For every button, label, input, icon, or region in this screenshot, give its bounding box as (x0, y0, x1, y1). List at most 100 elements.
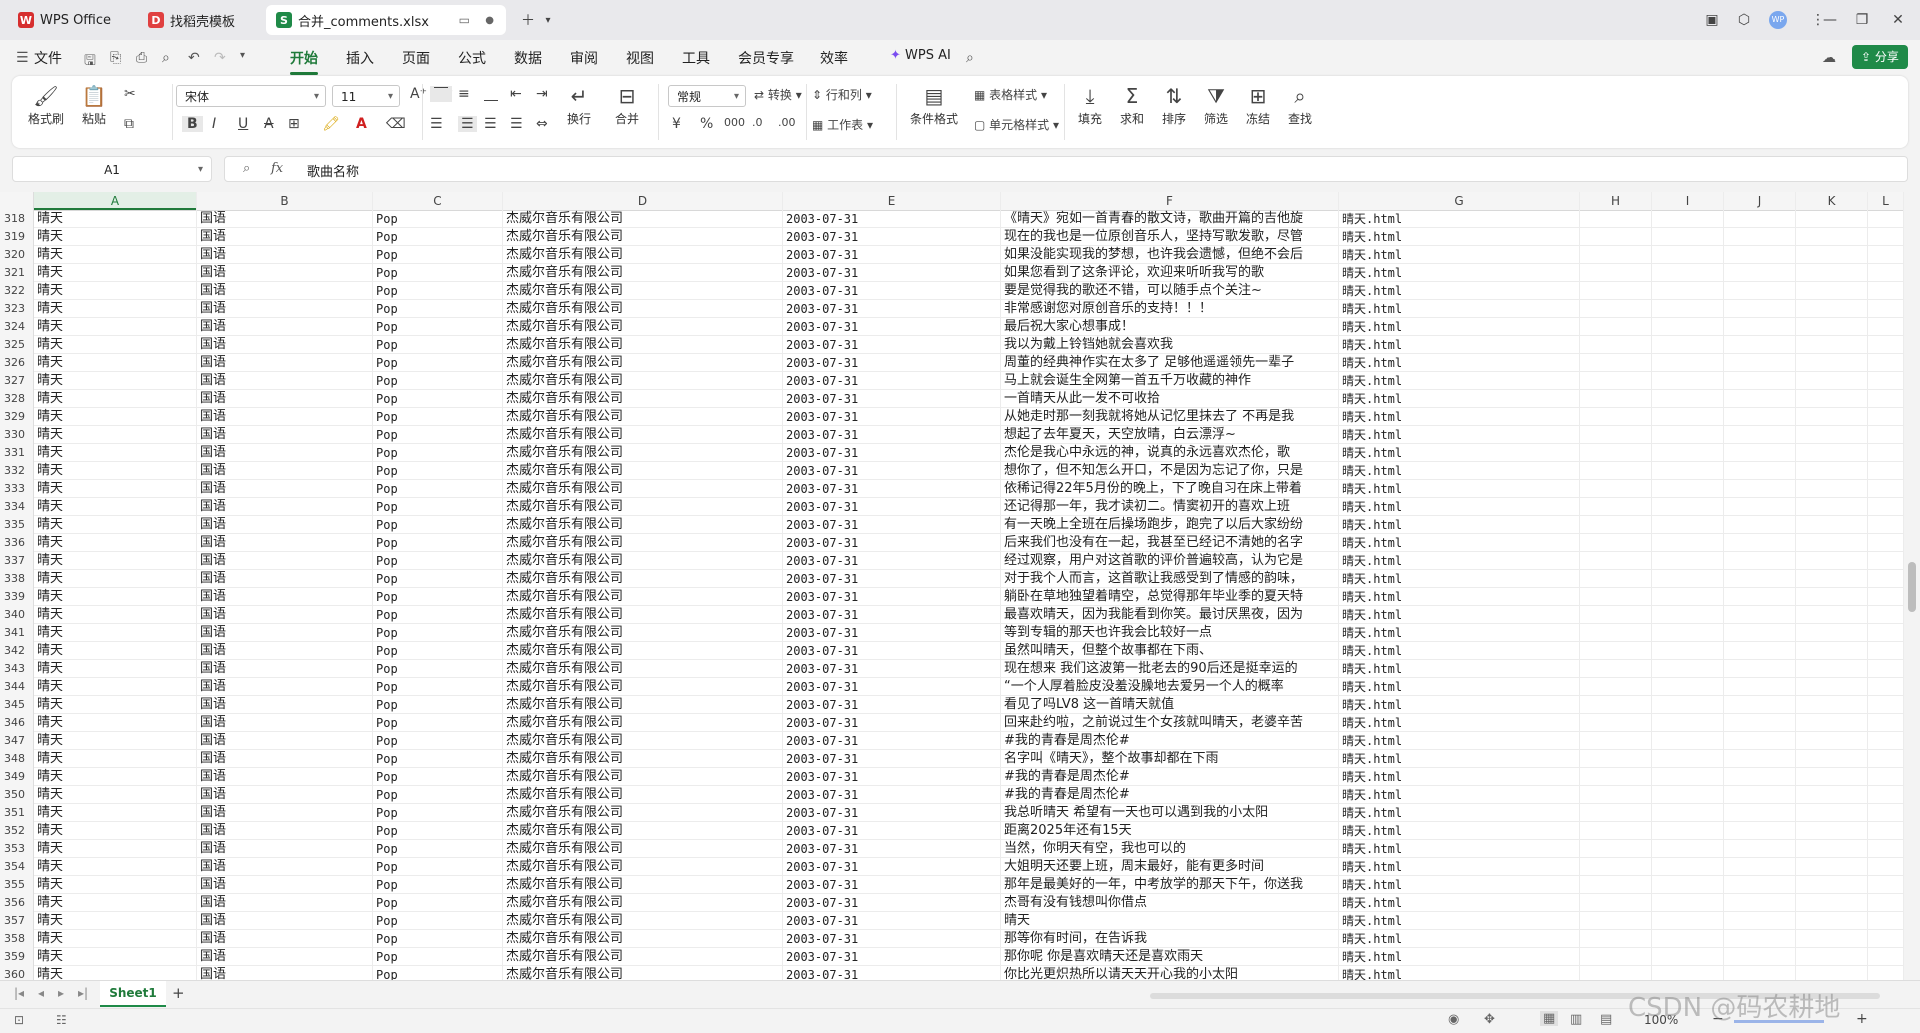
cell-language[interactable]: 国语 (197, 462, 373, 480)
cell-company[interactable]: 杰威尔音乐有限公司 (503, 210, 783, 228)
cell-date[interactable]: 2003-07-31 (783, 642, 1001, 660)
cell-song[interactable]: 晴天 (34, 660, 197, 678)
normal-view-icon[interactable]: ▦ (1540, 1011, 1559, 1026)
row-number[interactable]: 348 (0, 750, 34, 768)
cell-song[interactable]: 晴天 (34, 480, 197, 498)
row-number[interactable]: 346 (0, 714, 34, 732)
cell-language[interactable]: 国语 (197, 570, 373, 588)
column-header-j[interactable]: J (1724, 192, 1796, 210)
cell-comment[interactable]: 非常感谢您对原创音乐的支持！！！ (1001, 300, 1339, 318)
cell-comment[interactable]: 如果您看到了这条评论，欢迎来听听我写的歌 (1001, 264, 1339, 282)
row-number[interactable]: 318 (0, 210, 34, 228)
cell-language[interactable]: 国语 (197, 336, 373, 354)
cell-file[interactable]: 晴天.html (1339, 660, 1580, 678)
cell-song[interactable]: 晴天 (34, 822, 197, 840)
cell-file[interactable]: 晴天.html (1339, 552, 1580, 570)
freeze-button[interactable]: ⊞ 冻结 (1238, 82, 1278, 127)
cell-date[interactable]: 2003-07-31 (783, 894, 1001, 912)
cell-date[interactable]: 2003-07-31 (783, 246, 1001, 264)
cell-file[interactable]: 晴天.html (1339, 966, 1580, 980)
row-number[interactable]: 340 (0, 606, 34, 624)
cell-comment[interactable]: 还记得那一年，我才读初二。情窦初开的喜欢上班 (1001, 498, 1339, 516)
sheet-tab-sheet1[interactable]: Sheet1 (100, 981, 166, 1007)
cell-comment[interactable]: #我的青春是周杰伦# (1001, 768, 1339, 786)
cell-date[interactable]: 2003-07-31 (783, 588, 1001, 606)
menu-page[interactable]: 页面 (402, 48, 430, 68)
cell-file[interactable]: 晴天.html (1339, 336, 1580, 354)
font-name-select[interactable]: 宋体 ▾ (176, 85, 326, 107)
cell-language[interactable]: 国语 (197, 696, 373, 714)
cell-date[interactable]: 2003-07-31 (783, 786, 1001, 804)
cell-comment[interactable]: 晴天 (1001, 912, 1339, 930)
cell-language[interactable]: 国语 (197, 246, 373, 264)
cell-genre[interactable]: Pop (373, 624, 503, 642)
add-sheet-icon[interactable]: + (172, 984, 185, 1002)
cell-company[interactable]: 杰威尔音乐有限公司 (503, 390, 783, 408)
cell-song[interactable]: 晴天 (34, 624, 197, 642)
cell-file[interactable]: 晴天.html (1339, 372, 1580, 390)
cell-file[interactable]: 晴天.html (1339, 696, 1580, 714)
cell-comment[interactable]: 现在想来 我们这波第一批老去的90后还是挺幸运的 (1001, 660, 1339, 678)
cell-date[interactable]: 2003-07-31 (783, 930, 1001, 948)
cell-genre[interactable]: Pop (373, 750, 503, 768)
row-number[interactable]: 323 (0, 300, 34, 318)
cell-song[interactable]: 晴天 (34, 300, 197, 318)
macro-icon[interactable]: ⊡ (14, 1013, 24, 1027)
row-number[interactable]: 335 (0, 516, 34, 534)
cell-date[interactable]: 2003-07-31 (783, 732, 1001, 750)
cell-file[interactable]: 晴天.html (1339, 930, 1580, 948)
save-icon[interactable]: 🖫 (84, 50, 96, 74)
cell-song[interactable]: 晴天 (34, 804, 197, 822)
reading-mode-icon[interactable]: ✥ (1484, 1012, 1495, 1027)
cell-genre[interactable]: Pop (373, 264, 503, 282)
cell-file[interactable]: 晴天.html (1339, 912, 1580, 930)
row-number[interactable]: 341 (0, 624, 34, 642)
cell-language[interactable]: 国语 (197, 606, 373, 624)
cell-date[interactable]: 2003-07-31 (783, 966, 1001, 980)
underline-icon[interactable]: U (238, 116, 248, 132)
row-number[interactable]: 351 (0, 804, 34, 822)
cell-language[interactable]: 国语 (197, 588, 373, 606)
cell-language[interactable]: 国语 (197, 642, 373, 660)
cell-company[interactable]: 杰威尔音乐有限公司 (503, 246, 783, 264)
cell-date[interactable]: 2003-07-31 (783, 282, 1001, 300)
cell-comment[interactable]: 后来我们也没有在一起，我甚至已经记不清她的名字 (1001, 534, 1339, 552)
cell-genre[interactable]: Pop (373, 426, 503, 444)
cell-language[interactable]: 国语 (197, 948, 373, 966)
cell-genre[interactable]: Pop (373, 354, 503, 372)
cell-genre[interactable]: Pop (373, 948, 503, 966)
cell-genre[interactable]: Pop (373, 894, 503, 912)
row-number[interactable]: 319 (0, 228, 34, 246)
cell-comment[interactable]: 想起了去年夏天，天空放晴，白云漂浮~ (1001, 426, 1339, 444)
cell-genre[interactable]: Pop (373, 912, 503, 930)
export-icon[interactable]: ⎘ (110, 50, 121, 66)
cell-song[interactable]: 晴天 (34, 750, 197, 768)
column-header-a[interactable]: A (34, 192, 197, 210)
cell-genre[interactable]: Pop (373, 318, 503, 336)
row-number[interactable]: 359 (0, 948, 34, 966)
cell-song[interactable]: 晴天 (34, 336, 197, 354)
cell-language[interactable]: 国语 (197, 210, 373, 228)
first-sheet-icon[interactable]: |◂ (14, 986, 24, 1000)
row-number[interactable]: 354 (0, 858, 34, 876)
cell-language[interactable]: 国语 (197, 678, 373, 696)
cell-file[interactable]: 晴天.html (1339, 606, 1580, 624)
cell-genre[interactable]: Pop (373, 642, 503, 660)
cell-genre[interactable]: Pop (373, 714, 503, 732)
cell-date[interactable]: 2003-07-31 (783, 804, 1001, 822)
menu-member[interactable]: 会员专享 (738, 48, 794, 68)
row-number[interactable]: 356 (0, 894, 34, 912)
cell-genre[interactable]: Pop (373, 444, 503, 462)
cell-song[interactable]: 晴天 (34, 444, 197, 462)
row-number[interactable]: 352 (0, 822, 34, 840)
cell-genre[interactable]: Pop (373, 282, 503, 300)
cell-song[interactable]: 晴天 (34, 210, 197, 228)
cell-file[interactable]: 晴天.html (1339, 534, 1580, 552)
cell-file[interactable]: 晴天.html (1339, 264, 1580, 282)
cell-language[interactable]: 国语 (197, 480, 373, 498)
column-header-l[interactable]: L (1868, 192, 1904, 210)
cell-comment[interactable]: 那你呢 你是喜欢晴天还是喜欢雨天 (1001, 948, 1339, 966)
layout-icon[interactable]: ▣ (1700, 8, 1724, 32)
cell-comment[interactable]: 最喜欢晴天，因为我能看到你笑。最讨厌黑夜，因为 (1001, 606, 1339, 624)
cell-file[interactable]: 晴天.html (1339, 822, 1580, 840)
